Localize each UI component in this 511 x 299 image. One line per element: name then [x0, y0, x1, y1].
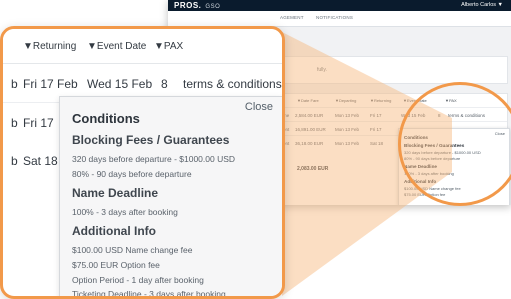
- conditions-popover: Close Conditions Blocking Fees / Guarant…: [59, 96, 282, 299]
- event-date-cell: Wed 15 Feb: [87, 77, 153, 91]
- th-date-fare[interactable]: ▼Date Fare: [297, 98, 319, 103]
- condition-line: 80% - 90 days before departure: [72, 169, 192, 179]
- message-text: fully.: [317, 67, 327, 73]
- condition-line: $100.00 USD Name change fee: [72, 245, 193, 255]
- condition-line: 100% - 3 days after booking: [72, 207, 178, 217]
- condition-line: 320 days before departure - $1000.00 USD: [72, 154, 236, 164]
- column-event-date[interactable]: ▼Event Date: [87, 41, 146, 52]
- condition-line: Option Period - 1 day after booking: [72, 275, 204, 285]
- condition-line: $75.00 EUR Option fee: [72, 260, 160, 270]
- magnified-view: ▼Returning ▼Event Date ▼PAX b Fri 17 Feb…: [0, 26, 285, 299]
- returning-cell: Fri 17 Feb: [23, 77, 78, 91]
- total-amount: 2,083.00 EUR: [297, 166, 329, 172]
- th-returning[interactable]: ▼Returning: [370, 98, 391, 103]
- nav-item-management[interactable]: AGEMENT: [280, 15, 304, 20]
- table-header: ▼Returning ▼Event Date ▼PAX: [3, 29, 282, 64]
- returning-cell: Fri 17: [23, 116, 54, 130]
- zoom-highlight-circle: [398, 82, 511, 206]
- returning-cell: Sat 18: [23, 154, 58, 168]
- condition-line: Ticketing Deadline - 3 days after bookin…: [72, 289, 226, 299]
- nav-bar: AGEMENT NOTIFICATIONS: [168, 11, 511, 27]
- terms-and-conditions-link[interactable]: terms & conditions: [183, 77, 282, 91]
- section-heading-name-deadline: Name Deadline: [72, 186, 159, 200]
- column-returning[interactable]: ▼Returning: [23, 41, 76, 52]
- nav-item-notifications[interactable]: NOTIFICATIONS: [316, 15, 353, 20]
- pax-cell: 8: [161, 77, 168, 91]
- top-bar: PROS. GSO Alberto Carlos ▼: [168, 0, 511, 11]
- section-heading-additional-info: Additional Info: [72, 224, 156, 238]
- th-departing[interactable]: ▼Departing: [335, 98, 356, 103]
- user-menu[interactable]: Alberto Carlos ▼: [461, 0, 503, 11]
- column-pax[interactable]: ▼PAX: [154, 41, 183, 52]
- popover-title: Conditions: [72, 111, 140, 126]
- section-heading-blocking-fees: Blocking Fees / Guarantees: [72, 133, 230, 147]
- close-button[interactable]: Close: [245, 101, 273, 113]
